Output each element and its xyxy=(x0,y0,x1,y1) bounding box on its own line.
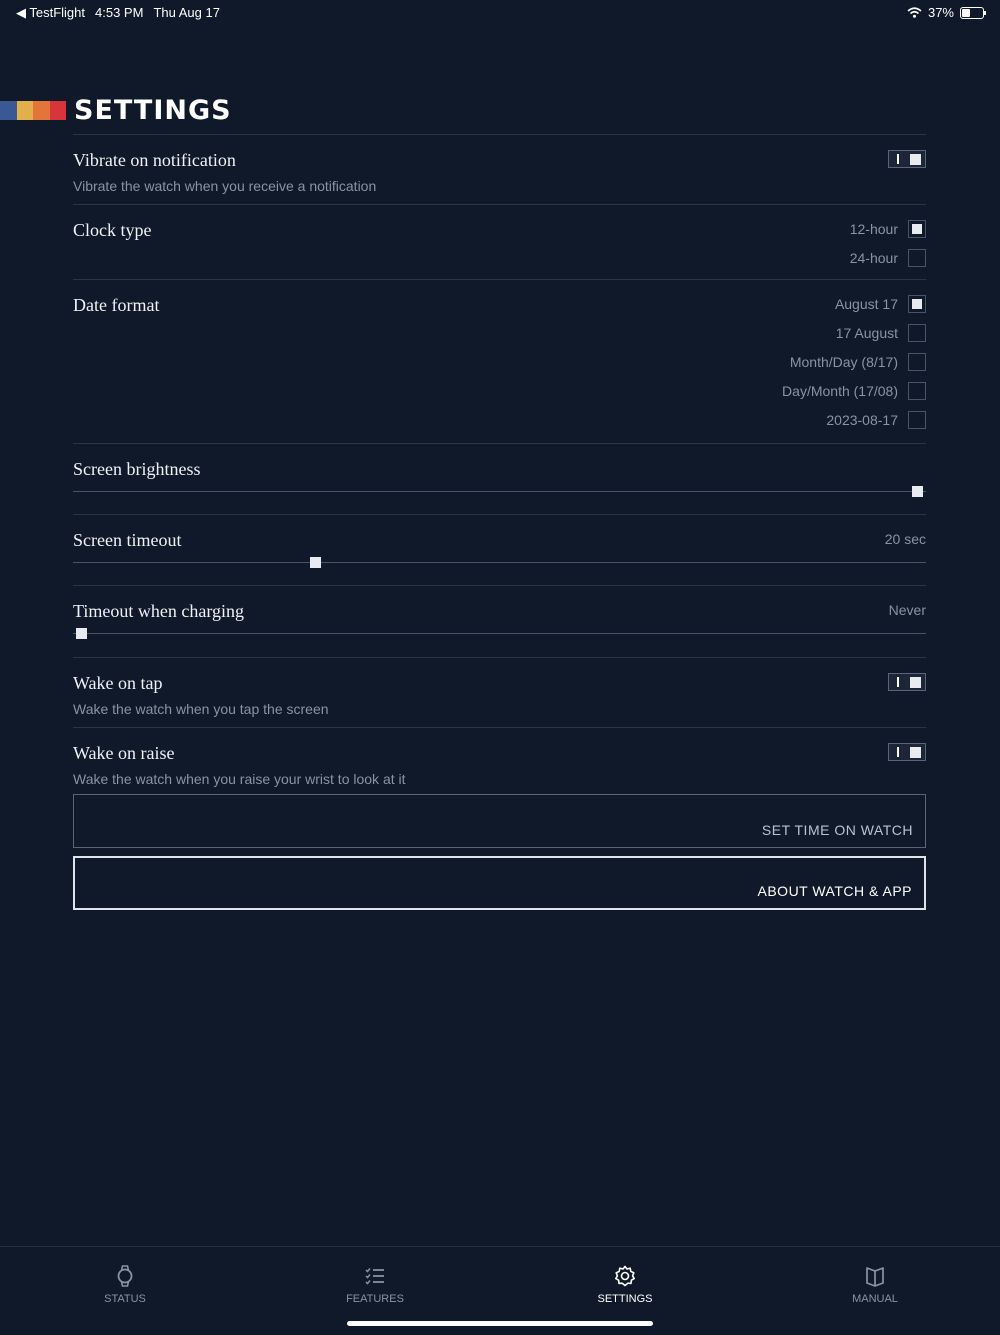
setting-title: Timeout when charging xyxy=(73,601,244,621)
charging-timeout-slider-thumb[interactable] xyxy=(76,628,87,639)
tab-label: FEATURES xyxy=(346,1293,404,1305)
setting-title: Wake on tap xyxy=(73,673,163,693)
checkbox[interactable] xyxy=(908,249,926,267)
date-option-dmy-numeric[interactable]: Day/Month (17/08) xyxy=(782,382,926,400)
about-button[interactable]: ABOUT WATCH & APP xyxy=(73,856,926,910)
charging-timeout-value: Never xyxy=(888,602,926,618)
stripe-orange xyxy=(33,100,50,120)
page-header: SETTINGS xyxy=(0,94,232,126)
setting-title: Date format xyxy=(73,295,160,315)
wifi-icon xyxy=(907,7,922,18)
wake-raise-toggle[interactable] xyxy=(888,743,926,761)
option-label: 12-hour xyxy=(849,221,898,237)
tab-label: STATUS xyxy=(104,1293,146,1305)
set-time-button[interactable]: SET TIME ON WATCH xyxy=(73,794,926,848)
tab-features[interactable]: FEATURES xyxy=(315,1264,435,1305)
timeout-value: 20 sec xyxy=(884,531,926,547)
vibrate-toggle[interactable] xyxy=(888,150,926,168)
setting-title: Vibrate on notification xyxy=(73,150,236,170)
wake-tap-toggle[interactable] xyxy=(888,673,926,691)
setting-subtitle: Wake the watch when you raise your wrist… xyxy=(73,771,406,787)
tab-settings[interactable]: SETTINGS xyxy=(565,1264,685,1305)
clock-option-24h[interactable]: 24-hour xyxy=(850,249,926,267)
checkbox[interactable] xyxy=(908,353,926,371)
setting-date-format: Date format August 17 17 August Month/Da… xyxy=(73,279,926,443)
tab-label: SETTINGS xyxy=(597,1293,653,1305)
setting-clock-type: Clock type 12-hour 24-hour xyxy=(73,204,926,279)
battery-icon xyxy=(960,6,986,19)
button-label: ABOUT WATCH & APP xyxy=(757,883,912,899)
status-date: Thu Aug 17 xyxy=(153,5,220,20)
timeout-slider-thumb[interactable] xyxy=(310,557,322,568)
setting-subtitle: Vibrate the watch when you receive a not… xyxy=(73,178,377,194)
checkbox[interactable] xyxy=(908,295,926,313)
option-label: 24-hour xyxy=(849,250,898,266)
status-time: 4:53 PM xyxy=(95,5,144,20)
setting-screen-timeout: Screen timeout 20 sec xyxy=(73,514,926,585)
setting-title: Wake on raise xyxy=(73,743,175,763)
setting-subtitle: Wake the watch when you tap the screen xyxy=(73,701,329,717)
setting-vibrate: Vibrate on notification Vibrate the watc… xyxy=(73,134,926,204)
brightness-slider-thumb[interactable] xyxy=(912,486,923,497)
watch-icon xyxy=(117,1265,133,1287)
status-bar: ◀ TestFlight 4:53 PM Thu Aug 17 37% xyxy=(0,0,1000,24)
date-option-day-month[interactable]: 17 August xyxy=(836,324,926,342)
stripe-blue xyxy=(0,100,17,120)
setting-wake-raise: Wake on raise Wake the watch when you ra… xyxy=(73,727,926,798)
date-option-iso[interactable]: 2023-08-17 xyxy=(826,411,926,429)
stripe-red xyxy=(49,100,66,120)
home-indicator[interactable] xyxy=(347,1321,653,1326)
brand-stripes xyxy=(0,100,66,120)
book-icon xyxy=(866,1267,884,1287)
brightness-slider-track[interactable] xyxy=(73,491,926,492)
setting-wake-tap: Wake on tap Wake the watch when you tap … xyxy=(73,657,926,727)
checklist-icon xyxy=(365,1268,384,1285)
checkbox[interactable] xyxy=(908,411,926,429)
setting-brightness: Screen brightness xyxy=(73,443,926,514)
option-label: 17 August xyxy=(835,325,898,341)
clock-option-12h[interactable]: 12-hour xyxy=(850,220,926,238)
option-label: 2023-08-17 xyxy=(826,412,898,428)
tab-label: MANUAL xyxy=(852,1293,898,1305)
stripe-yellow xyxy=(16,100,33,120)
settings-list: Vibrate on notification Vibrate the watc… xyxy=(73,134,926,798)
checkbox[interactable] xyxy=(908,382,926,400)
page-title: SETTINGS xyxy=(74,94,232,126)
date-option-month-day[interactable]: August 17 xyxy=(835,295,926,313)
button-label: SET TIME ON WATCH xyxy=(761,822,913,838)
gear-icon xyxy=(615,1265,635,1287)
option-label: Day/Month (17/08) xyxy=(782,383,898,399)
setting-title: Screen brightness xyxy=(73,459,201,479)
option-label: August 17 xyxy=(834,296,898,312)
setting-charging-timeout: Timeout when charging Never xyxy=(73,585,926,657)
timeout-slider-track[interactable] xyxy=(73,562,926,563)
setting-title: Clock type xyxy=(73,220,152,240)
tab-manual[interactable]: MANUAL xyxy=(815,1264,935,1305)
tab-status[interactable]: STATUS xyxy=(65,1264,185,1305)
setting-title: Screen timeout xyxy=(73,530,182,550)
back-to-app-link[interactable]: ◀ TestFlight xyxy=(16,5,85,21)
charging-timeout-slider-track[interactable] xyxy=(73,633,926,634)
battery-percent: 37% xyxy=(927,5,954,20)
date-option-mdy-numeric[interactable]: Month/Day (8/17) xyxy=(790,353,926,371)
checkbox[interactable] xyxy=(908,324,926,342)
checkbox[interactable] xyxy=(908,220,926,238)
option-label: Month/Day (8/17) xyxy=(789,354,898,370)
